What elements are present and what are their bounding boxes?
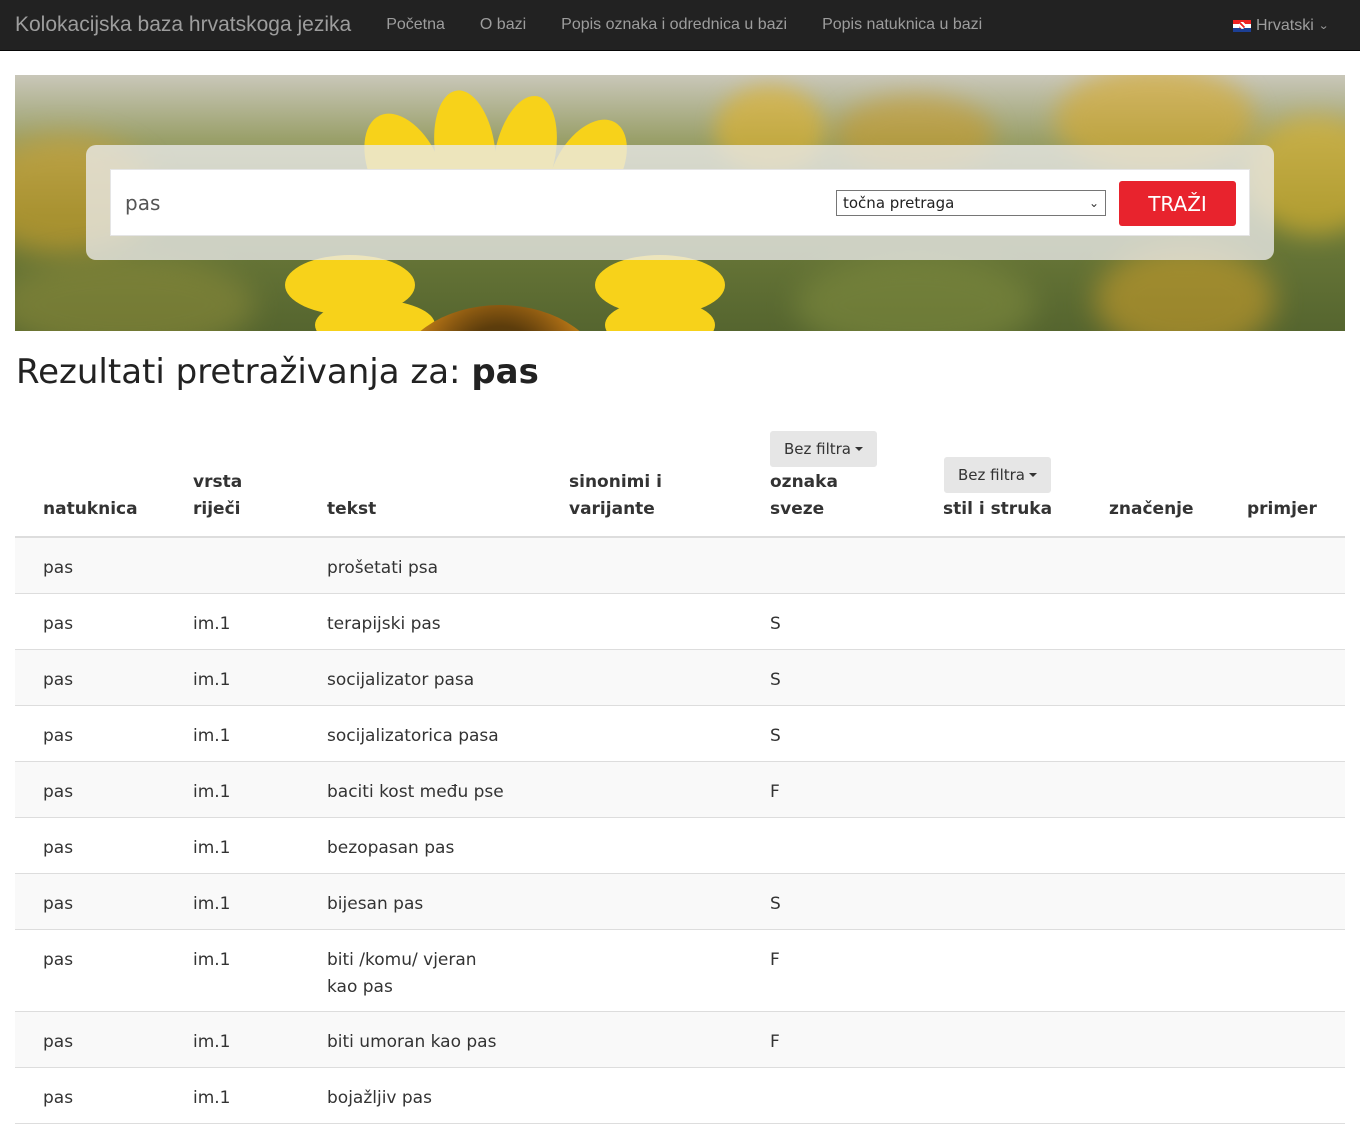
cell-oznaka: F: [770, 1032, 780, 1052]
cell-tekst: biti /komu/ vjeran kao pas: [327, 950, 477, 997]
table-row: pas prošetati psa: [15, 538, 1345, 594]
header-oznaka-sveze: oznaka sveze: [770, 469, 838, 523]
filter-stil-button[interactable]: Bez filtra: [944, 457, 1051, 493]
brand-link[interactable]: Kolokacijska baza hrvatskoga jezika: [15, 13, 351, 37]
table-row: pas im.1 socijalizator pasa S: [15, 650, 1345, 706]
hero-banner: točna pretraga ⌄ TRAŽI: [15, 75, 1345, 331]
header-tekst: tekst: [327, 499, 377, 519]
cell-natuknica: pas: [43, 838, 74, 858]
table-row: pas im.1 biti /komu/ vjeran kao pas F: [15, 930, 1345, 1012]
header-znacenje: značenje: [1109, 499, 1194, 519]
cell-tekst: bijesan pas: [327, 894, 424, 914]
cell-tekst: socijalizator pasa: [327, 670, 475, 690]
results-title-term: pas: [471, 352, 539, 392]
cell-tekst: baciti kost među pse: [327, 782, 504, 802]
cell-natuknica: pas: [43, 1088, 74, 1108]
cell-tekst: bezopasan pas: [327, 838, 455, 858]
search-button[interactable]: TRAŽI: [1119, 181, 1236, 226]
chevron-down-icon: ⌄: [1088, 196, 1099, 210]
table-row: pas im.1 bezopasan pas: [15, 818, 1345, 874]
page-title: Rezultati pretraživanja za: pas: [16, 352, 539, 392]
cell-vrsta: im.1: [193, 782, 231, 802]
search-input[interactable]: [111, 170, 811, 235]
cell-tekst: socijalizatorica pasa: [327, 726, 499, 746]
cell-vrsta: im.1: [193, 950, 231, 970]
table-row: pas im.1 terapijski pas S: [15, 594, 1345, 650]
header-vrsta-line1: vrsta: [193, 472, 243, 492]
nav-item-popis-oznaka[interactable]: Popis oznaka i odrednica u bazi: [561, 16, 787, 34]
cell-tekst: terapijski pas: [327, 614, 441, 634]
search-mode-select[interactable]: točna pretraga ⌄: [836, 190, 1106, 216]
cell-oznaka: S: [770, 670, 781, 690]
cell-tekst: biti umoran kao pas: [327, 1032, 497, 1052]
cell-vrsta: im.1: [193, 838, 231, 858]
cell-oznaka: S: [770, 614, 781, 634]
header-stil-struka: stil i struka: [943, 499, 1053, 519]
caret-down-icon: [1029, 473, 1038, 477]
cell-oznaka: F: [770, 782, 780, 802]
top-navbar: Kolokacijska baza hrvatskoga jezika Poče…: [0, 0, 1360, 51]
search-box: točna pretraga ⌄ TRAŽI: [110, 169, 1250, 236]
header-vrsta-line2: riječi: [193, 499, 241, 519]
header-primjer: primjer: [1247, 499, 1317, 519]
cell-vrsta: im.1: [193, 1032, 231, 1052]
cell-natuknica: pas: [43, 670, 74, 690]
search-mode-value: točna pretraga: [843, 194, 955, 212]
nav-item-pocetna[interactable]: Početna: [386, 16, 445, 34]
nav-item-o-bazi[interactable]: O bazi: [480, 16, 526, 34]
header-natuknica: natuknica: [43, 499, 138, 519]
header-sinonimi-line2: varijante: [569, 499, 655, 519]
cell-tekst: prošetati psa: [327, 558, 439, 578]
header-vrsta-rijeci: vrsta riječi: [193, 469, 242, 523]
chevron-down-icon: ⌄: [1317, 20, 1329, 32]
table-row: pas im.1 bojažljiv pas: [15, 1068, 1345, 1124]
croatian-flag-icon: [1233, 19, 1251, 32]
table-row: pas im.1 baciti kost među pse F: [15, 762, 1345, 818]
cell-natuknica: pas: [43, 782, 74, 802]
cell-natuknica: pas: [43, 726, 74, 746]
table-row: pas im.1 biti umoran kao pas F: [15, 1012, 1345, 1068]
cell-natuknica: pas: [43, 614, 74, 634]
cell-oznaka: S: [770, 726, 781, 746]
cell-oznaka: F: [770, 950, 780, 970]
language-dropdown[interactable]: Hrvatski ⌄: [1233, 0, 1329, 51]
cell-natuknica: pas: [43, 1032, 74, 1052]
table-row: pas im.1 bijesan pas S: [15, 874, 1345, 930]
cell-vrsta: im.1: [193, 614, 231, 634]
filter-stil-label: Bez filtra: [957, 466, 1026, 484]
table-row: pas im.1 socijalizatorica pasa S: [15, 706, 1345, 762]
language-label: Hrvatski: [1256, 16, 1314, 34]
header-oznaka-line2: sveze: [770, 499, 825, 519]
header-sinonimi: sinonimi i varijante: [569, 469, 662, 523]
cell-oznaka: S: [770, 894, 781, 914]
nav-item-popis-natuknica[interactable]: Popis natuknica u bazi: [822, 16, 982, 34]
header-sinonimi-line1: sinonimi i: [569, 472, 662, 492]
search-panel: točna pretraga ⌄ TRAŽI: [86, 145, 1274, 260]
filter-oznaka-button[interactable]: Bez filtra: [770, 431, 877, 467]
results-table: natuknica vrsta riječi tekst sinonimi i …: [15, 420, 1345, 1124]
caret-down-icon: [855, 447, 864, 451]
cell-natuknica: pas: [43, 894, 74, 914]
table-header: natuknica vrsta riječi tekst sinonimi i …: [15, 420, 1345, 538]
cell-vrsta: im.1: [193, 894, 231, 914]
cell-natuknica: pas: [43, 950, 74, 970]
cell-tekst: bojažljiv pas: [327, 1088, 432, 1108]
results-title-prefix: Rezultati pretraživanja za:: [16, 352, 461, 392]
cell-vrsta: im.1: [193, 726, 231, 746]
cell-vrsta: im.1: [193, 670, 231, 690]
cell-vrsta: im.1: [193, 1088, 231, 1108]
header-oznaka-line1: oznaka: [770, 472, 838, 492]
filter-oznaka-label: Bez filtra: [783, 440, 852, 458]
cell-natuknica: pas: [43, 558, 74, 578]
